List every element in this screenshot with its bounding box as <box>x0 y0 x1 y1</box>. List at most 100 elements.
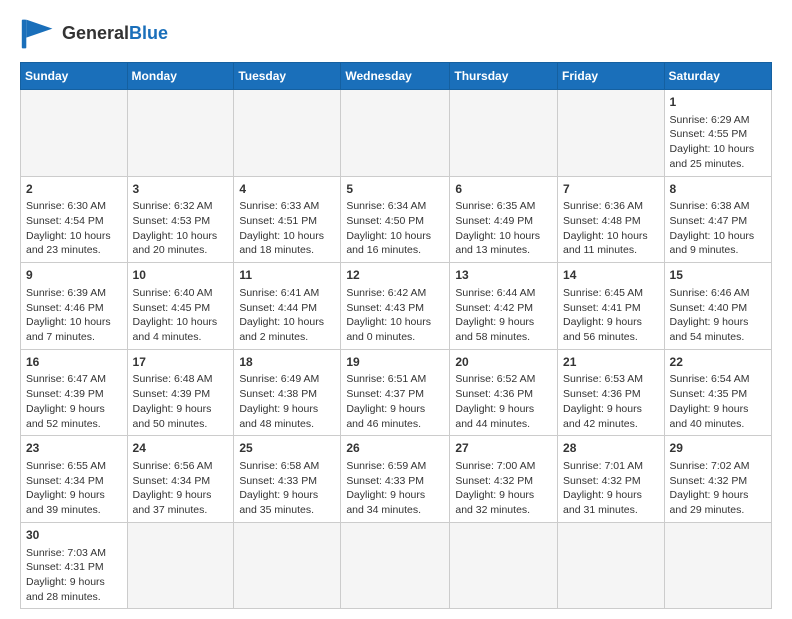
calendar-cell: 9 Sunrise: 6:39 AM Sunset: 4:46 PM Daylig… <box>21 263 128 350</box>
day-info: Sunrise: 7:01 AM Sunset: 4:32 PM Dayligh… <box>563 459 659 518</box>
day-info: Sunrise: 6:59 AM Sunset: 4:33 PM Dayligh… <box>346 459 444 518</box>
day-number: 23 <box>26 440 122 457</box>
calendar-cell <box>341 90 450 177</box>
day-number: 13 <box>455 267 552 284</box>
calendar-cell: 1Sunrise: 6:29 AM Sunset: 4:55 PM Daylig… <box>664 90 771 177</box>
calendar-cell <box>450 522 558 609</box>
day-info: Sunrise: 6:38 AM Sunset: 4:47 PM Dayligh… <box>670 199 766 258</box>
calendar-week-row: 1Sunrise: 6:29 AM Sunset: 4:55 PM Daylig… <box>21 90 772 177</box>
calendar-cell: 6Sunrise: 6:35 AM Sunset: 4:49 PM Daylig… <box>450 176 558 263</box>
day-number: 3 <box>133 181 229 198</box>
day-info: Sunrise: 7:00 AM Sunset: 4:32 PM Dayligh… <box>455 459 552 518</box>
day-info: Sunrise: 6:41 AM Sunset: 4:44 PM Dayligh… <box>239 286 335 345</box>
day-info: Sunrise: 6:34 AM Sunset: 4:50 PM Dayligh… <box>346 199 444 258</box>
day-number: 7 <box>563 181 659 198</box>
day-number: 8 <box>670 181 766 198</box>
calendar-cell <box>450 90 558 177</box>
calendar-cell: 23 Sunrise: 6:55 AM Sunset: 4:34 PM Dayli… <box>21 436 128 523</box>
calendar-week-row: 23 Sunrise: 6:55 AM Sunset: 4:34 PM Dayli… <box>21 436 772 523</box>
calendar-cell: 26Sunrise: 6:59 AM Sunset: 4:33 PM Dayli… <box>341 436 450 523</box>
day-number: 21 <box>563 354 659 371</box>
day-info: Sunrise: 6:42 AM Sunset: 4:43 PM Dayligh… <box>346 286 444 345</box>
day-info: Sunrise: 6:58 AM Sunset: 4:33 PM Dayligh… <box>239 459 335 518</box>
calendar-cell: 28 Sunrise: 7:01 AM Sunset: 4:32 PM Dayli… <box>558 436 665 523</box>
calendar-day-header: Thursday <box>450 63 558 90</box>
calendar-day-header: Wednesday <box>341 63 450 90</box>
day-info: Sunrise: 6:53 AM Sunset: 4:36 PM Dayligh… <box>563 372 659 431</box>
calendar-cell <box>127 522 234 609</box>
page: GeneralBlue SundayMondayTuesdayWednesday… <box>0 0 792 619</box>
calendar-cell: 4Sunrise: 6:33 AM Sunset: 4:51 PM Daylig… <box>234 176 341 263</box>
day-number: 29 <box>670 440 766 457</box>
day-info: Sunrise: 6:33 AM Sunset: 4:51 PM Dayligh… <box>239 199 335 258</box>
day-info: Sunrise: 6:40 AM Sunset: 4:45 PM Dayligh… <box>133 286 229 345</box>
logo-blue: Blue <box>129 23 168 43</box>
day-number: 4 <box>239 181 335 198</box>
calendar-week-row: 30Sunrise: 7:03 AM Sunset: 4:31 PM Dayli… <box>21 522 772 609</box>
day-info: Sunrise: 6:30 AM Sunset: 4:54 PM Dayligh… <box>26 199 122 258</box>
calendar-cell: 15Sunrise: 6:46 AM Sunset: 4:40 PM Dayli… <box>664 263 771 350</box>
day-info: Sunrise: 6:35 AM Sunset: 4:49 PM Dayligh… <box>455 199 552 258</box>
day-info: Sunrise: 6:46 AM Sunset: 4:40 PM Dayligh… <box>670 286 766 345</box>
day-number: 19 <box>346 354 444 371</box>
calendar-cell: 25Sunrise: 6:58 AM Sunset: 4:33 PM Dayli… <box>234 436 341 523</box>
day-number: 5 <box>346 181 444 198</box>
calendar-cell <box>127 90 234 177</box>
calendar-cell <box>558 522 665 609</box>
day-info: Sunrise: 6:49 AM Sunset: 4:38 PM Dayligh… <box>239 372 335 431</box>
calendar-cell <box>341 522 450 609</box>
calendar-cell: 16Sunrise: 6:47 AM Sunset: 4:39 PM Dayli… <box>21 349 128 436</box>
day-info: Sunrise: 6:56 AM Sunset: 4:34 PM Dayligh… <box>133 459 229 518</box>
day-number: 22 <box>670 354 766 371</box>
day-number: 6 <box>455 181 552 198</box>
day-number: 28 <box>563 440 659 457</box>
calendar-day-header: Tuesday <box>234 63 341 90</box>
calendar-cell <box>21 90 128 177</box>
day-info: Sunrise: 6:29 AM Sunset: 4:55 PM Dayligh… <box>670 113 766 172</box>
logo-icon <box>20 16 56 52</box>
day-info: Sunrise: 6:54 AM Sunset: 4:35 PM Dayligh… <box>670 372 766 431</box>
day-number: 14 <box>563 267 659 284</box>
calendar-day-header: Saturday <box>664 63 771 90</box>
day-info: Sunrise: 7:03 AM Sunset: 4:31 PM Dayligh… <box>26 546 122 605</box>
header: GeneralBlue <box>20 16 772 52</box>
day-info: Sunrise: 6:52 AM Sunset: 4:36 PM Dayligh… <box>455 372 552 431</box>
calendar-cell: 2Sunrise: 6:30 AM Sunset: 4:54 PM Daylig… <box>21 176 128 263</box>
day-info: Sunrise: 6:51 AM Sunset: 4:37 PM Dayligh… <box>346 372 444 431</box>
day-number: 9 <box>26 267 122 284</box>
day-info: Sunrise: 6:55 AM Sunset: 4:34 PM Dayligh… <box>26 459 122 518</box>
calendar-day-header: Monday <box>127 63 234 90</box>
day-info: Sunrise: 6:45 AM Sunset: 4:41 PM Dayligh… <box>563 286 659 345</box>
day-info: Sunrise: 7:02 AM Sunset: 4:32 PM Dayligh… <box>670 459 766 518</box>
calendar-cell: 27 Sunrise: 7:00 AM Sunset: 4:32 PM Dayli… <box>450 436 558 523</box>
calendar-day-header: Sunday <box>21 63 128 90</box>
calendar-cell: 17Sunrise: 6:48 AM Sunset: 4:39 PM Dayli… <box>127 349 234 436</box>
calendar-cell: 8Sunrise: 6:38 AM Sunset: 4:47 PM Daylig… <box>664 176 771 263</box>
calendar-cell: 14 Sunrise: 6:45 AM Sunset: 4:41 PM Dayli… <box>558 263 665 350</box>
day-number: 27 <box>455 440 552 457</box>
calendar-cell: 12 Sunrise: 6:42 AM Sunset: 4:43 PM Dayli… <box>341 263 450 350</box>
calendar-cell: 19Sunrise: 6:51 AM Sunset: 4:37 PM Dayli… <box>341 349 450 436</box>
day-number: 12 <box>346 267 444 284</box>
calendar: SundayMondayTuesdayWednesdayThursdayFrid… <box>20 62 772 609</box>
calendar-cell: 20Sunrise: 6:52 AM Sunset: 4:36 PM Dayli… <box>450 349 558 436</box>
calendar-cell: 13 Sunrise: 6:44 AM Sunset: 4:42 PM Dayli… <box>450 263 558 350</box>
calendar-cell: 10 Sunrise: 6:40 AM Sunset: 4:45 PM Dayli… <box>127 263 234 350</box>
calendar-day-header: Friday <box>558 63 665 90</box>
day-number: 18 <box>239 354 335 371</box>
calendar-cell <box>664 522 771 609</box>
logo-general: General <box>62 23 129 43</box>
day-number: 2 <box>26 181 122 198</box>
calendar-week-row: 16Sunrise: 6:47 AM Sunset: 4:39 PM Dayli… <box>21 349 772 436</box>
calendar-header-row: SundayMondayTuesdayWednesdayThursdayFrid… <box>21 63 772 90</box>
day-info: Sunrise: 6:32 AM Sunset: 4:53 PM Dayligh… <box>133 199 229 258</box>
calendar-cell <box>234 90 341 177</box>
calendar-cell: 30Sunrise: 7:03 AM Sunset: 4:31 PM Dayli… <box>21 522 128 609</box>
day-info: Sunrise: 6:39 AM Sunset: 4:46 PM Dayligh… <box>26 286 122 345</box>
calendar-cell <box>558 90 665 177</box>
day-info: Sunrise: 6:44 AM Sunset: 4:42 PM Dayligh… <box>455 286 552 345</box>
day-number: 10 <box>133 267 229 284</box>
day-number: 16 <box>26 354 122 371</box>
calendar-cell: 21Sunrise: 6:53 AM Sunset: 4:36 PM Dayli… <box>558 349 665 436</box>
day-number: 20 <box>455 354 552 371</box>
